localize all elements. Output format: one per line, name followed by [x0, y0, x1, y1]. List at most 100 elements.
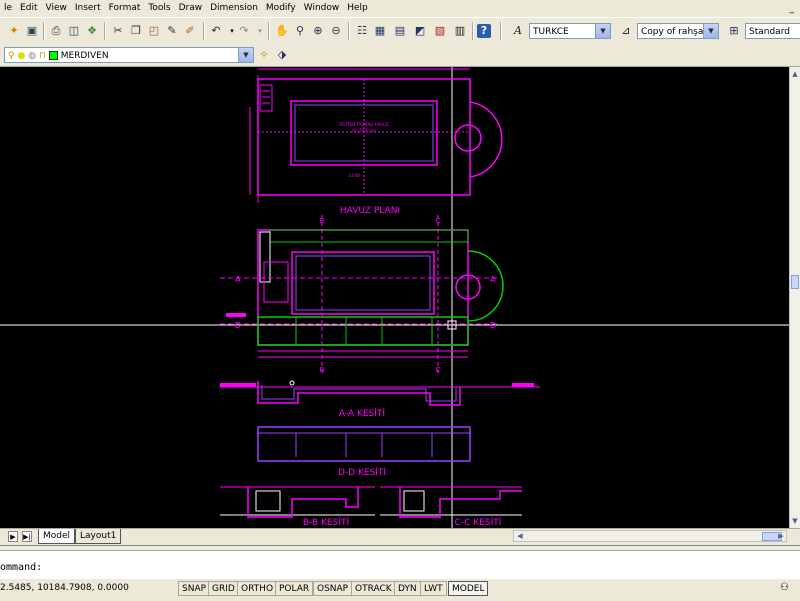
menu-edit[interactable]: Edit — [16, 0, 41, 17]
toolbar-separator — [268, 22, 270, 40]
model-toggle[interactable]: MODEL — [448, 581, 488, 596]
chevron-down-icon[interactable]: ▼ — [238, 48, 253, 62]
toolbar-separator — [43, 22, 45, 40]
section-dd[interactable]: D-D KESİTİ — [258, 427, 470, 478]
table-style-select[interactable]: Standard — [745, 23, 800, 39]
toolbar-separator — [104, 22, 106, 40]
jacuzzi-circle — [455, 125, 481, 151]
publish-icon[interactable]: ❖ — [84, 23, 100, 39]
matchprop-icon[interactable]: ✎ — [164, 23, 180, 39]
preview-icon[interactable]: ◫ — [66, 23, 82, 39]
machine-room — [256, 491, 280, 511]
tab-last-icon[interactable]: ▶| — [22, 531, 32, 542]
command-prompt[interactable]: ommand: — [0, 562, 42, 573]
text-style-icon: A — [510, 23, 526, 39]
ortho-toggle[interactable]: ORTHO — [237, 581, 277, 596]
menu-file[interactable]: le — [0, 0, 16, 17]
cut-icon[interactable]: ✂ — [110, 23, 126, 39]
chevron-down-icon[interactable]: ▼ — [595, 24, 610, 38]
blockeditor-icon[interactable]: ✐ — [182, 23, 198, 39]
tab-next-icon[interactable]: ▶ — [8, 531, 18, 542]
scroll-up-icon[interactable]: ▲ — [790, 69, 800, 79]
coordinate-readout[interactable]: 2.5485, 10184.7908, 0.0000 — [0, 583, 129, 593]
menu-draw[interactable]: Draw — [175, 0, 207, 17]
polar-toggle[interactable]: POLAR — [275, 581, 313, 596]
menu-dimension[interactable]: Dimension — [206, 0, 262, 17]
lwt-toggle[interactable]: LWT — [420, 581, 447, 596]
paste-icon[interactable]: ◰ — [146, 23, 162, 39]
osnap-toggle[interactable]: OSNAP — [313, 581, 352, 596]
new-icon[interactable]: ✦ — [6, 23, 22, 39]
menu-bar: le Edit View Insert Format Tools Draw Di… — [0, 0, 800, 17]
minimize-button[interactable]: _ — [790, 4, 800, 14]
section-cc[interactable]: C-C KESİTİ — [380, 487, 522, 528]
menu-window[interactable]: Window — [300, 0, 344, 17]
chevron-down-icon[interactable]: ▼ — [703, 24, 718, 38]
layer-select[interactable]: ♀ ● ◍ ⊓ MERDIVEN ▼ — [4, 47, 254, 63]
horizontal-scrollbar[interactable]: ◀ ▶ — [513, 530, 787, 542]
machine-room — [404, 491, 424, 511]
command-window[interactable]: ommand: — [0, 545, 800, 579]
toolpalettes-icon[interactable]: ▤ — [392, 23, 408, 39]
menu-tools[interactable]: Tools — [144, 0, 174, 17]
marker-c-top: C — [436, 217, 441, 225]
properties-icon[interactable]: ☷ — [354, 23, 370, 39]
layer-previous-icon[interactable]: ⬗ — [274, 47, 290, 63]
section-aa[interactable]: A-A KESİTİ — [220, 381, 540, 419]
dyn-toggle[interactable]: DYN — [394, 581, 421, 596]
pan-icon[interactable]: ✋ — [274, 23, 290, 39]
communication-center-icon[interactable]: ⚇ — [780, 582, 789, 593]
vertical-scrollbar[interactable]: ▲ ▼ — [789, 67, 800, 528]
marker-a-left: A — [235, 275, 241, 284]
scroll-thumb[interactable] — [791, 275, 799, 289]
leader-bar — [512, 383, 534, 387]
otrack-toggle[interactable]: OTRACK — [351, 581, 396, 596]
drawing-svg: ÜSTTEN TAŞMALI HAVUZ (h=160 cm) 14.00 HA… — [0, 67, 789, 528]
section-cc-title: C-C KESİTİ — [455, 517, 502, 528]
section-bb-title: B-B KESİTİ — [303, 517, 349, 528]
section-dd-title: D-D KESİTİ — [338, 467, 386, 478]
save-icon[interactable]: ▣ — [24, 23, 40, 39]
menu-insert[interactable]: Insert — [71, 0, 105, 17]
make-current-layer-icon[interactable]: ✧ — [256, 47, 272, 63]
designcenter-icon[interactable]: ▦ — [372, 23, 388, 39]
scroll-down-icon[interactable]: ▼ — [790, 516, 800, 526]
undo-icon[interactable]: ↶ — [208, 23, 224, 39]
zoom-previous-icon[interactable]: ⊖ — [328, 23, 344, 39]
redo-icon[interactable]: ↷ — [236, 23, 252, 39]
tab-layout1[interactable]: Layout1 — [75, 529, 121, 544]
leader-bar — [226, 313, 246, 317]
marker-d-left: D — [235, 321, 241, 330]
menu-format[interactable]: Format — [105, 0, 145, 17]
basin-outer — [292, 252, 434, 314]
toolbar-separator — [348, 22, 350, 40]
tab-model[interactable]: Model — [38, 529, 75, 544]
scroll-left-icon[interactable]: ◀ — [515, 531, 525, 541]
menu-help[interactable]: Help — [343, 0, 372, 17]
table-style-value: Standard — [749, 27, 790, 37]
zoom-realtime-icon[interactable]: ⚲ — [292, 23, 308, 39]
status-bar: 2.5485, 10184.7908, 0.0000 SNAP GRID ORT… — [0, 578, 800, 601]
dim-style-select[interactable]: Copy of rahşan ▼ — [637, 23, 719, 39]
zoom-window-icon[interactable]: ⊕ — [310, 23, 326, 39]
jacuzzi-arc-green — [468, 251, 503, 321]
text-style-select[interactable]: TURKCE ▼ — [529, 23, 611, 39]
grid-toggle[interactable]: GRID — [208, 581, 239, 596]
command-window-grip[interactable] — [0, 546, 800, 551]
pool-plan[interactable]: ÜSTTEN TAŞMALI HAVUZ (h=160 cm) 14.00 HA… — [250, 69, 502, 216]
sheetset-icon[interactable]: ◩ — [412, 23, 428, 39]
calculator-icon[interactable]: ▥ — [452, 23, 468, 39]
help-icon[interactable]: ? — [477, 24, 491, 38]
drawing-canvas[interactable]: ÜSTTEN TAŞMALI HAVUZ (h=160 cm) 14.00 HA… — [0, 67, 789, 528]
copy-icon[interactable]: ❐ — [128, 23, 144, 39]
menu-view[interactable]: View — [41, 0, 70, 17]
section-bb[interactable]: B-B KESİTİ — [220, 487, 375, 528]
markup-icon[interactable]: ▧ — [432, 23, 448, 39]
scroll-right-icon[interactable]: ▶ — [776, 531, 786, 541]
snap-toggle[interactable]: SNAP — [178, 581, 210, 596]
print-icon[interactable]: ⎙ — [48, 23, 64, 39]
pool-section-plan[interactable]: B C B C A A D D — [220, 215, 503, 375]
toolbar-separator — [203, 22, 205, 40]
menu-modify[interactable]: Modify — [262, 0, 300, 17]
redo-dropdown-icon[interactable]: ▾ — [252, 23, 268, 39]
